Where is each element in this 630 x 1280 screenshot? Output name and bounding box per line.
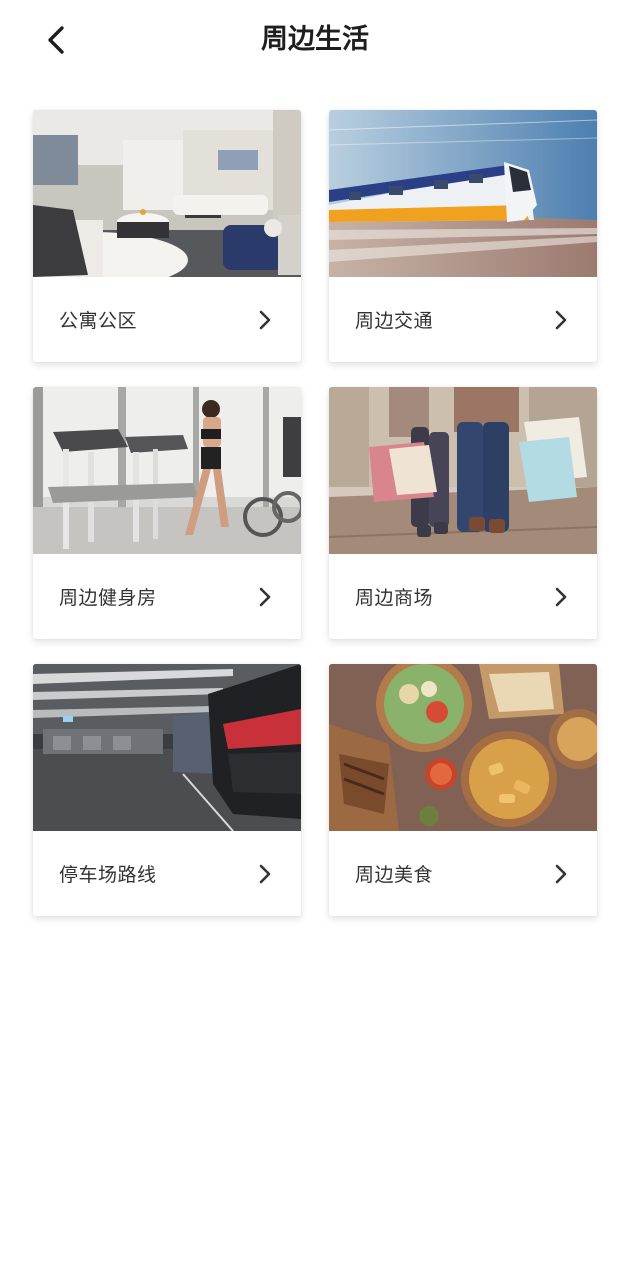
card-nearby-food[interactable]: 周边美食 — [329, 664, 597, 916]
card-footer: 周边健身房 — [33, 554, 301, 639]
food-photo — [329, 664, 597, 831]
card-label: 周边交通 — [355, 310, 434, 332]
card-footer: 周边美食 — [329, 831, 597, 916]
card-nearby-transport[interactable]: 周边交通 — [329, 110, 597, 362]
chevron-right-icon — [551, 862, 571, 886]
card-footer: 周边商场 — [329, 554, 597, 639]
chevron-right-icon — [551, 585, 571, 609]
page-title: 周边生活 — [261, 24, 369, 55]
chevron-right-icon — [255, 308, 275, 332]
card-label: 公寓公区 — [59, 310, 138, 332]
chevron-right-icon — [255, 862, 275, 886]
apartment-lounge-photo — [33, 110, 301, 277]
card-label: 周边美食 — [355, 864, 434, 886]
card-nearby-gym[interactable]: 周边健身房 — [33, 387, 301, 639]
card-footer: 公寓公区 — [33, 277, 301, 362]
life-category-grid: 公寓公区 周边交通 周边健身房 周边商场 停车场路线 周边美食 — [33, 110, 597, 916]
card-label: 周边商场 — [355, 587, 434, 609]
card-nearby-mall[interactable]: 周边商场 — [329, 387, 597, 639]
card-footer: 停车场路线 — [33, 831, 301, 916]
gym-photo — [33, 387, 301, 554]
card-parking-route[interactable]: 停车场路线 — [33, 664, 301, 916]
chevron-right-icon — [255, 585, 275, 609]
shopping-photo — [329, 387, 597, 554]
card-label: 停车场路线 — [59, 864, 157, 886]
parking-garage-photo — [33, 664, 301, 831]
chevron-right-icon — [551, 308, 571, 332]
app-header: 周边生活 — [0, 0, 630, 80]
card-apartment-common-area[interactable]: 公寓公区 — [33, 110, 301, 362]
train-photo — [329, 110, 597, 277]
card-label: 周边健身房 — [59, 587, 157, 609]
card-footer: 周边交通 — [329, 277, 597, 362]
